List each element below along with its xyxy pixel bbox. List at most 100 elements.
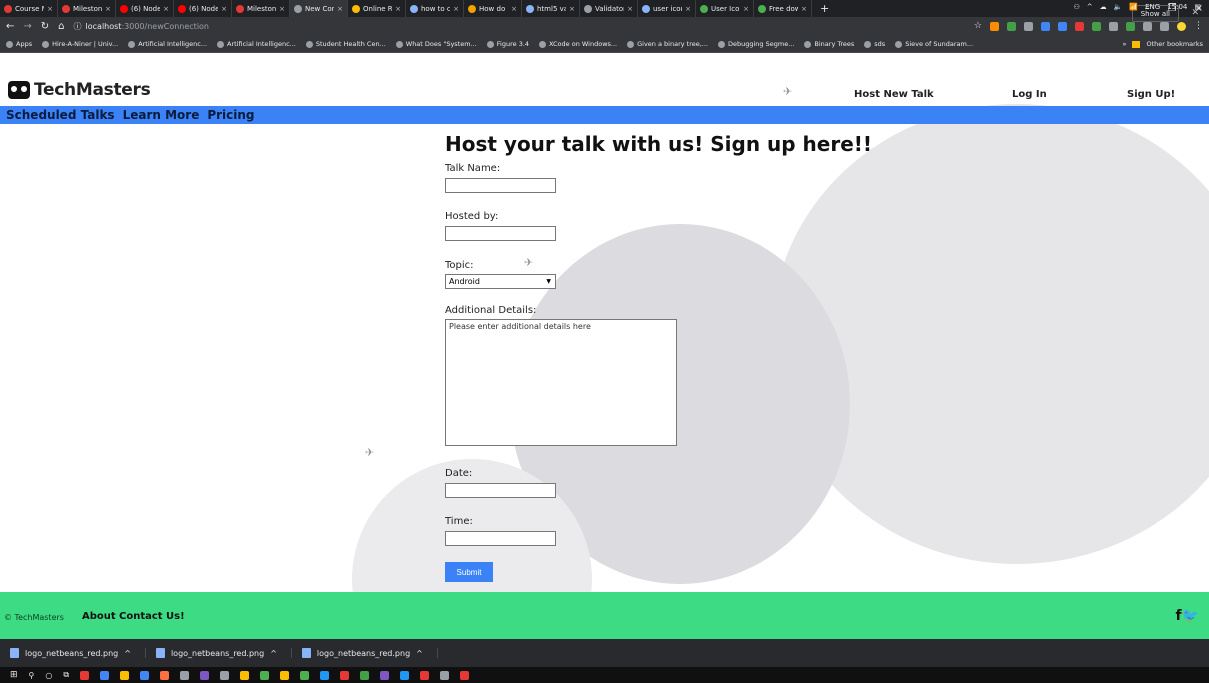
submit-button[interactable]: Submit [445, 562, 493, 582]
extension-icon[interactable] [1126, 21, 1135, 31]
bookmark-item[interactable]: Artificial Intelligenc... [217, 40, 296, 48]
browser-tab[interactable]: user icon × [638, 0, 696, 17]
tray-chevron-icon[interactable]: ^ [1087, 3, 1093, 11]
browser-tab[interactable]: Free down× [754, 0, 812, 17]
tab-close-icon[interactable]: × [569, 5, 575, 13]
extension-icon[interactable] [1058, 21, 1067, 31]
search-icon[interactable]: ⚲ [29, 671, 35, 680]
taskbar-app-icon[interactable] [120, 670, 130, 680]
nav-log-in[interactable]: Log In [1012, 89, 1047, 100]
site-logo[interactable]: TechMasters [8, 80, 151, 100]
back-icon[interactable]: ← [6, 21, 14, 32]
bookmark-item[interactable]: Binary Trees [804, 40, 854, 48]
windows-start-icon[interactable]: ⊞ [10, 670, 18, 680]
extension-icon[interactable] [1160, 21, 1169, 31]
clock[interactable]: 15:04 [1167, 3, 1187, 11]
cortana-icon[interactable]: ○ [45, 671, 52, 680]
notifications-icon[interactable]: ▤ [1194, 3, 1201, 11]
taskbar-app-icon[interactable] [260, 670, 270, 680]
taskbar-app-icon[interactable] [420, 670, 430, 680]
footer-about-link[interactable]: About [82, 611, 116, 622]
subnav-learn-more[interactable]: Learn More [123, 108, 200, 122]
tab-close-icon[interactable]: × [511, 5, 517, 13]
nav-sign-up[interactable]: Sign Up! [1127, 89, 1175, 100]
talk-name-input[interactable] [445, 178, 556, 193]
browser-tab[interactable]: New Conn× [290, 0, 348, 17]
people-icon[interactable]: ⚇ [1074, 3, 1080, 11]
extension-icon[interactable] [1092, 21, 1101, 31]
extension-icon[interactable] [1007, 21, 1016, 31]
date-input[interactable] [445, 483, 556, 498]
browser-tab[interactable]: How do I × [464, 0, 522, 17]
taskbar-app-icon[interactable] [100, 670, 110, 680]
bookmark-item[interactable]: XCode on Windows... [539, 40, 617, 48]
speaker-icon[interactable]: 🔈 [1114, 3, 1123, 11]
browser-tab[interactable]: how to ce× [406, 0, 464, 17]
taskbar-app-icon[interactable] [140, 670, 150, 680]
tab-close-icon[interactable]: × [47, 5, 53, 13]
extension-icon[interactable] [1024, 21, 1033, 31]
tab-close-icon[interactable]: × [221, 5, 227, 13]
taskbar-app-icon[interactable] [400, 670, 410, 680]
topic-select[interactable]: Android ▼ [445, 274, 556, 289]
taskbar-app-icon[interactable] [300, 670, 310, 680]
hosted-by-input[interactable] [445, 226, 556, 241]
extension-icon[interactable] [1041, 21, 1050, 31]
download-item[interactable]: logo_netbeans_red.png ^ [301, 648, 438, 658]
home-icon[interactable]: ⌂ [58, 21, 64, 32]
taskbar-app-icon[interactable] [440, 670, 450, 680]
bookmark-item[interactable]: Debugging Segme... [718, 40, 794, 48]
browser-tab[interactable]: (6) Node.j× [174, 0, 232, 17]
taskbar-app-icon[interactable] [340, 670, 350, 680]
bookmark-star-icon[interactable]: ☆ [974, 21, 982, 31]
social-icons[interactable]: f🐦 [1175, 608, 1199, 624]
browser-tab[interactable]: Milestone× [232, 0, 290, 17]
taskbar-app-icon[interactable] [240, 670, 250, 680]
bookmark-item[interactable]: Apps [6, 40, 32, 48]
taskbar-app-icon[interactable] [80, 670, 90, 680]
tab-close-icon[interactable]: × [279, 5, 285, 13]
network-icon[interactable]: 📶 [1129, 3, 1138, 11]
additional-details-textarea[interactable]: Please enter additional details here [445, 319, 677, 446]
taskbar-app-icon[interactable] [320, 670, 330, 680]
tab-close-icon[interactable]: × [685, 5, 691, 13]
bookmarks-overflow-icon[interactable]: » [1123, 40, 1127, 48]
tab-close-icon[interactable]: × [743, 5, 749, 13]
bookmark-item[interactable]: Figure 3.4 [486, 40, 529, 48]
tab-close-icon[interactable]: × [627, 5, 633, 13]
taskbar-app-icon[interactable] [200, 670, 210, 680]
browser-tab[interactable]: (6) Node × [116, 0, 174, 17]
extension-icon[interactable] [990, 21, 999, 31]
browser-tab[interactable]: Milestone× [58, 0, 116, 17]
task-view-icon[interactable]: ⧉ [63, 670, 69, 680]
bookmark-item[interactable]: Given a binary tree,... [627, 40, 708, 48]
menu-dots-icon[interactable]: ⋮ [1194, 21, 1203, 31]
browser-tab[interactable]: Validator × [580, 0, 638, 17]
profile-icon[interactable] [1177, 21, 1186, 31]
tab-close-icon[interactable]: × [453, 5, 459, 13]
bookmark-item[interactable]: What Does "System... [395, 40, 477, 48]
bookmark-item[interactable]: Sieve of Sundaram... [895, 40, 973, 48]
taskbar-app-icon[interactable] [280, 670, 290, 680]
tab-close-icon[interactable]: × [105, 5, 111, 13]
subnav-scheduled-talks[interactable]: Scheduled Talks [6, 108, 115, 122]
bookmark-item[interactable]: sds [864, 40, 885, 48]
url-field[interactable]: ⓘ localhost:3000/newConnection [74, 21, 209, 32]
language-indicator[interactable]: ENG [1145, 3, 1160, 11]
footer-contact-link[interactable]: Contact Us! [119, 611, 185, 622]
browser-tab[interactable]: Course M× [0, 0, 58, 17]
reload-icon[interactable]: ↻ [41, 21, 49, 32]
tab-close-icon[interactable]: × [163, 5, 169, 13]
new-tab-button[interactable]: + [812, 2, 837, 15]
tab-close-icon[interactable]: × [801, 5, 807, 13]
forward-icon[interactable]: → [23, 21, 31, 32]
taskbar-app-icon[interactable] [220, 670, 230, 680]
bookmark-item[interactable]: Student Health Cen... [305, 40, 386, 48]
time-input[interactable] [445, 531, 556, 546]
download-item[interactable]: logo_netbeans_red.png ^ [10, 648, 146, 658]
tab-close-icon[interactable]: × [395, 5, 401, 13]
bookmark-item[interactable]: Artificial Intelligenc... [128, 40, 207, 48]
extension-icon[interactable] [1109, 21, 1118, 31]
other-bookmarks[interactable]: » Other bookmarks [1123, 40, 1204, 48]
extension-icon[interactable] [1143, 21, 1152, 31]
